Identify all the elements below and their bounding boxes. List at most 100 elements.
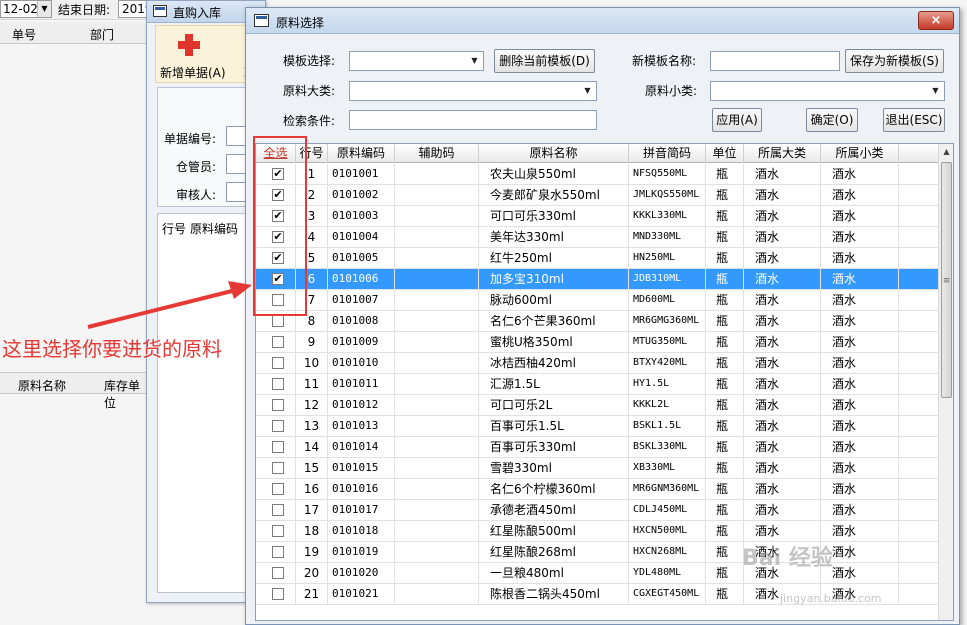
name-cell: 脉动600ml — [479, 290, 629, 311]
row-checkbox[interactable] — [272, 567, 284, 579]
pinyin-cell: BSKL1.5L — [629, 416, 706, 437]
table-row[interactable]: 19 0101019 红星陈酿268ml HXCN268ML 瓶酒水 酒水 — [256, 542, 938, 563]
doc-number-label: 单据编号: — [164, 132, 217, 146]
category-cell: 酒水 — [744, 311, 821, 332]
chevron-down-icon[interactable]: ▼ — [467, 53, 482, 69]
chevron-down-icon[interactable]: ▼ — [37, 1, 51, 17]
code-header[interactable]: 原料编码 — [328, 144, 395, 163]
search-input[interactable] — [349, 110, 597, 130]
row-checkbox[interactable] — [272, 420, 284, 432]
row-checkbox[interactable] — [272, 525, 284, 537]
pinyin-cell: HXCN500ML — [629, 521, 706, 542]
checkbox-cell — [256, 437, 296, 458]
table-row[interactable]: 9 0101009 蜜桃U格350ml MTUG350ML 瓶酒水 酒水 — [256, 332, 938, 353]
delete-template-button[interactable]: 删除当前模板(D) — [494, 49, 595, 73]
apply-button[interactable]: 应用(A) — [712, 108, 762, 132]
pinyin-cell: HY1.5L — [629, 374, 706, 395]
subcategory-cell: 酒水 — [821, 311, 899, 332]
column-header: 部门 — [90, 28, 115, 42]
scroll-up-icon[interactable]: ▲ — [939, 144, 953, 160]
table-row[interactable]: 7 0101007 脉动600ml MD600ML 瓶酒水 酒水 — [256, 290, 938, 311]
table-row[interactable]: 16 0101016 名仁6个柠檬360ml MR6GNM360ML 瓶酒水 酒水 — [256, 479, 938, 500]
name-cell: 汇源1.5L — [479, 374, 629, 395]
name-cell: 红星陈酿268ml — [479, 542, 629, 563]
pinyin-header[interactable]: 拼音简码 — [629, 144, 706, 163]
subcategory-cell: 酒水 — [821, 227, 899, 248]
table-row[interactable]: ✔ 6 0101006 加多宝310ml JDB310ML 瓶酒水 酒水 — [256, 269, 938, 290]
unit-header[interactable]: 单位 — [706, 144, 744, 163]
checkbox-cell — [256, 500, 296, 521]
row-checkbox[interactable] — [272, 504, 284, 516]
table-row[interactable]: 13 0101013 百事可乐1.5L BSKL1.5L 瓶酒水 酒水 — [256, 416, 938, 437]
material-select-dialog: 原料选择 × 模板选择: ▼ 删除当前模板(D) 新模板名称: 保存为新模板(S… — [245, 7, 960, 625]
table-row[interactable]: 14 0101014 百事可乐330ml BSKL330ML 瓶酒水 酒水 — [256, 437, 938, 458]
aux-code-cell — [395, 269, 479, 290]
table-row[interactable]: ✔ 4 0101004 美年达330ml MND330ML 瓶酒水 酒水 — [256, 227, 938, 248]
table-row[interactable]: 20 0101020 一旦粮480ml YDL480ML 瓶酒水 酒水 — [256, 563, 938, 584]
code-cell: 0101001 — [328, 164, 395, 185]
code-cell: 0101017 — [328, 500, 395, 521]
upper-list-header: 单号 部门 — [0, 22, 150, 44]
category-select[interactable]: ▼ — [349, 81, 597, 101]
reviewer-label: 审核人: — [176, 188, 217, 202]
table-row[interactable]: ✔ 3 0101003 可口可乐330ml KKKL330ML 瓶酒水 酒水 — [256, 206, 938, 227]
close-button[interactable]: × — [918, 11, 954, 30]
checkbox-cell — [256, 332, 296, 353]
watermark-logo: Bai 经验 — [742, 546, 833, 571]
ok-button[interactable]: 确定(O) — [806, 108, 858, 132]
row-checkbox[interactable] — [272, 357, 284, 369]
row-checkbox[interactable] — [272, 588, 284, 600]
start-date-input[interactable]: 12-02 ▼ — [0, 0, 52, 18]
chevron-down-icon[interactable]: ▼ — [928, 83, 943, 99]
start-date-value: 12-02 — [3, 2, 38, 16]
category-cell: 酒水 — [744, 353, 821, 374]
table-row[interactable]: 12 0101012 可口可乐2L KKKL2L 瓶酒水 酒水 — [256, 395, 938, 416]
subcategory-header[interactable]: 所属小类 — [821, 144, 899, 163]
unit-cell: 瓶 — [706, 311, 744, 332]
row-checkbox[interactable] — [272, 462, 284, 474]
new-template-name-input[interactable] — [710, 51, 840, 71]
subcategory-cell: 酒水 — [821, 164, 899, 185]
row-number-cell: 9 — [296, 332, 328, 353]
checkbox-cell — [256, 353, 296, 374]
row-checkbox[interactable] — [272, 546, 284, 558]
vertical-scrollbar[interactable]: ▲ ≡ — [938, 144, 953, 620]
row-checkbox[interactable] — [272, 315, 284, 327]
row-checkbox[interactable] — [272, 399, 284, 411]
category-header[interactable]: 所属大类 — [744, 144, 821, 163]
window-icon — [254, 14, 269, 27]
chevron-down-icon[interactable]: ▼ — [580, 83, 595, 99]
exit-button[interactable]: 退出(ESC) — [883, 108, 945, 132]
save-template-button[interactable]: 保存为新模板(S) — [845, 49, 944, 73]
template-select[interactable]: ▼ — [349, 51, 484, 71]
table-row[interactable]: 11 0101011 汇源1.5L HY1.5L 瓶酒水 酒水 — [256, 374, 938, 395]
aux-code-header[interactable]: 辅助码 — [395, 144, 479, 163]
table-row[interactable]: 18 0101018 红星陈酿500ml HXCN500ML 瓶酒水 酒水 — [256, 521, 938, 542]
table-row[interactable]: ✔ 1 0101001 农夫山泉550ml NFSQ550ML 瓶酒水 酒水 — [256, 164, 938, 185]
pinyin-cell: MTUG350ML — [629, 332, 706, 353]
row-checkbox[interactable] — [272, 483, 284, 495]
name-header[interactable]: 原料名称 — [479, 144, 629, 163]
row-checkbox[interactable] — [272, 441, 284, 453]
table-row[interactable]: 17 0101017 承德老酒450ml CDLJ450ML 瓶酒水 酒水 — [256, 500, 938, 521]
code-cell: 0101008 — [328, 311, 395, 332]
row-checkbox[interactable] — [272, 336, 284, 348]
subcategory-cell: 酒水 — [821, 479, 899, 500]
aux-code-cell — [395, 374, 479, 395]
name-cell: 百事可乐330ml — [479, 437, 629, 458]
table-row[interactable]: 15 0101015 雪碧330ml XB330ML 瓶酒水 酒水 — [256, 458, 938, 479]
aux-code-cell — [395, 185, 479, 206]
subcategory-cell: 酒水 — [821, 290, 899, 311]
highlight-box — [253, 136, 307, 316]
code-cell: 0101011 — [328, 374, 395, 395]
table-row[interactable]: 10 0101010 冰桔西柚420ml BTXY420ML 瓶酒水 酒水 — [256, 353, 938, 374]
category-cell: 酒水 — [744, 227, 821, 248]
table-row[interactable]: ✔ 5 0101005 红牛250ml HN250ML 瓶酒水 酒水 — [256, 248, 938, 269]
unit-cell: 瓶 — [706, 227, 744, 248]
table-row[interactable]: 8 0101008 名仁6个芒果360ml MR6GMG360ML 瓶酒水 酒水 — [256, 311, 938, 332]
row-checkbox[interactable] — [272, 378, 284, 390]
scrollbar-thumb[interactable]: ≡ — [941, 162, 952, 398]
subcategory-select[interactable]: ▼ — [710, 81, 945, 101]
dialog-titlebar: 原料选择 × — [246, 8, 959, 34]
table-row[interactable]: ✔ 2 0101002 今麦郎矿泉水550ml JMLKQS550ML 瓶酒水 酒水 — [256, 185, 938, 206]
